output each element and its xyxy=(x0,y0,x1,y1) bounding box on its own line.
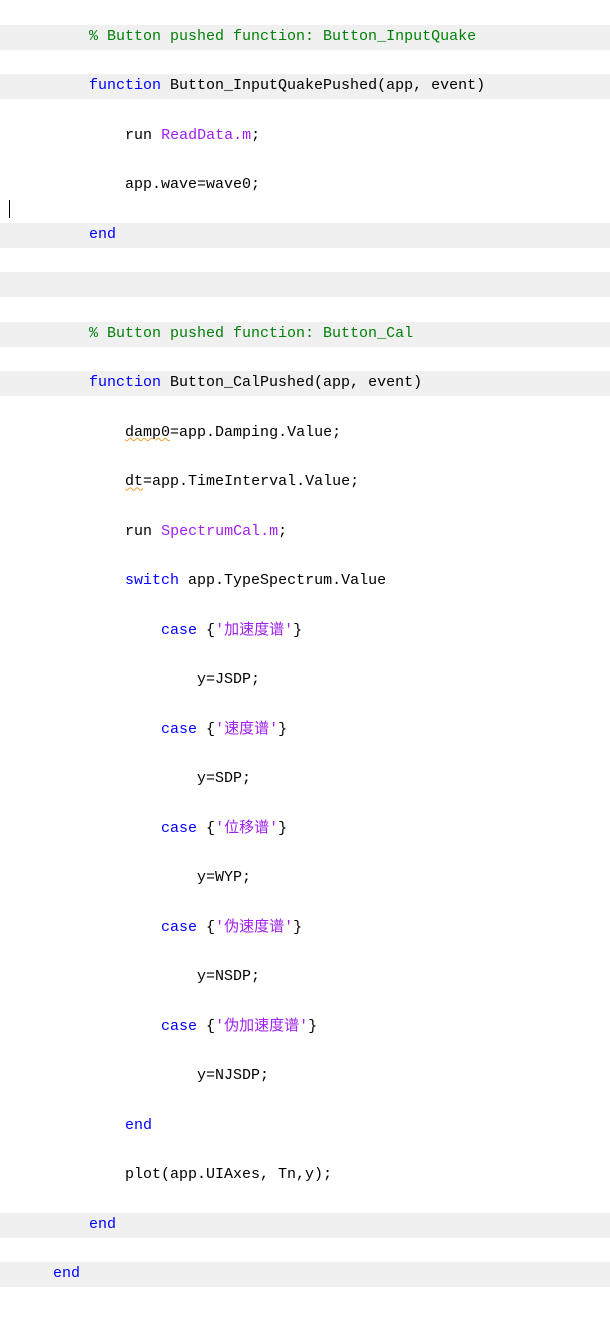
string-literal: '伪速度谱' xyxy=(215,919,293,936)
var-warning: damp0 xyxy=(125,424,170,441)
code-line: y=WYP; xyxy=(0,866,610,891)
run-call: run xyxy=(125,127,152,144)
brace-open: { xyxy=(197,1018,215,1035)
code-line: end xyxy=(0,1213,610,1238)
code-line: case {'伪加速度谱'} xyxy=(0,1015,610,1040)
comment-text: % Button pushed function: Button_InputQu… xyxy=(89,28,476,45)
plot-call: plot(app.UIAxes, Tn,y); xyxy=(125,1166,332,1183)
keyword-function: function xyxy=(89,77,161,94)
code-line: run SpectrumCal.m; xyxy=(0,520,610,545)
keyword-case: case xyxy=(161,919,197,936)
code-line: app.wave=wave0; xyxy=(0,173,610,198)
brace-open: { xyxy=(197,919,215,936)
string-literal: '速度谱' xyxy=(215,721,278,738)
file-ref: SpectrumCal.m xyxy=(161,523,278,540)
keyword-end: end xyxy=(53,1265,80,1282)
code-line: switch app.TypeSpectrum.Value xyxy=(0,569,610,594)
function-signature: Button_CalPushed(app, event) xyxy=(161,374,422,391)
run-call: run xyxy=(125,523,152,540)
code-line: dt=app.TimeInterval.Value; xyxy=(0,470,610,495)
code-line xyxy=(0,272,610,297)
code-line: function Button_CalPushed(app, event) xyxy=(0,371,610,396)
assignment-rest: =app.Damping.Value; xyxy=(170,424,341,441)
brace-close: } xyxy=(293,919,302,936)
comment-text: % Button pushed function: Button_Cal xyxy=(89,325,413,342)
code-line: case {'加速度谱'} xyxy=(0,619,610,644)
assignment: y=WYP; xyxy=(197,869,251,886)
code-line: % Button pushed function: Button_InputQu… xyxy=(0,25,610,50)
assignment: y=NSDP; xyxy=(197,968,260,985)
file-ref: ReadData.m xyxy=(161,127,251,144)
keyword-case: case xyxy=(161,721,197,738)
code-line: y=JSDP; xyxy=(0,668,610,693)
code-line: end xyxy=(0,1114,610,1139)
brace-close: } xyxy=(293,622,302,639)
brace-open: { xyxy=(197,622,215,639)
assignment: app.wave=wave0; xyxy=(125,176,260,193)
code-line: % Button pushed function: Button_Cal xyxy=(0,322,610,347)
keyword-case: case xyxy=(161,1018,197,1035)
brace-open: { xyxy=(197,820,215,837)
assignment-rest: =app.TimeInterval.Value; xyxy=(143,473,359,490)
code-line: case {'位移谱'} xyxy=(0,817,610,842)
keyword-end: end xyxy=(89,226,116,243)
code-line: y=NJSDP; xyxy=(0,1064,610,1089)
code-line: case {'速度谱'} xyxy=(0,718,610,743)
semicolon: ; xyxy=(251,127,260,144)
brace-open: { xyxy=(197,721,215,738)
code-line: run ReadData.m; xyxy=(0,124,610,149)
keyword-switch: switch xyxy=(125,572,179,589)
brace-close: } xyxy=(278,721,287,738)
code-editor[interactable]: % Button pushed function: Button_InputQu… xyxy=(0,0,610,1337)
text-cursor xyxy=(9,200,10,218)
code-line: plot(app.UIAxes, Tn,y); xyxy=(0,1163,610,1188)
keyword-end: end xyxy=(125,1117,152,1134)
semicolon: ; xyxy=(278,523,287,540)
string-literal: '加速度谱' xyxy=(215,622,293,639)
code-line: y=NSDP; xyxy=(0,965,610,990)
code-line: y=SDP; xyxy=(0,767,610,792)
code-line: end xyxy=(0,223,610,248)
var-warning: dt xyxy=(125,473,143,490)
switch-expr: app.TypeSpectrum.Value xyxy=(179,572,386,589)
string-literal: '位移谱' xyxy=(215,820,278,837)
function-signature: Button_InputQuakePushed(app, event) xyxy=(161,77,485,94)
code-line: function Button_InputQuakePushed(app, ev… xyxy=(0,74,610,99)
code-line: damp0=app.Damping.Value; xyxy=(0,421,610,446)
code-line: end xyxy=(0,1262,610,1287)
keyword-case: case xyxy=(161,820,197,837)
assignment: y=JSDP; xyxy=(197,671,260,688)
keyword-end: end xyxy=(89,1216,116,1233)
brace-close: } xyxy=(278,820,287,837)
code-line: case {'伪速度谱'} xyxy=(0,916,610,941)
keyword-case: case xyxy=(161,622,197,639)
assignment: y=SDP; xyxy=(197,770,251,787)
string-literal: '伪加速度谱' xyxy=(215,1018,308,1035)
assignment: y=NJSDP; xyxy=(197,1067,269,1084)
keyword-function: function xyxy=(89,374,161,391)
brace-close: } xyxy=(308,1018,317,1035)
